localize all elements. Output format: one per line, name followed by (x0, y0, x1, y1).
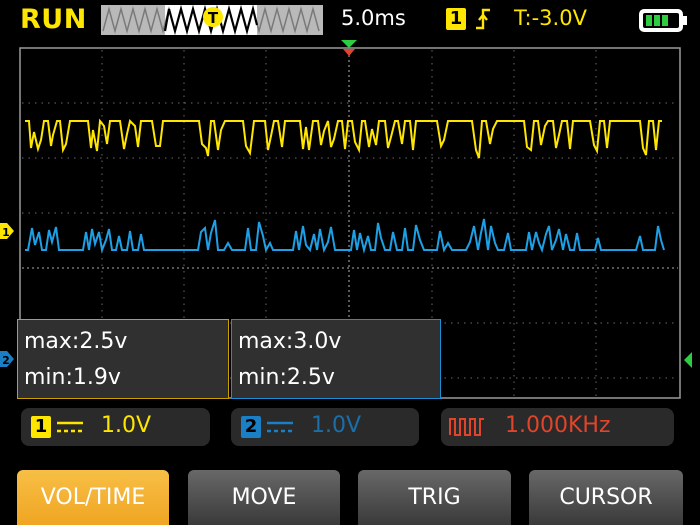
signal-generator[interactable]: 1.000KHz (441, 408, 674, 446)
ch2-min: min:2.5v (238, 365, 335, 390)
ch1-scale: 1.0V (101, 413, 152, 438)
ch2-settings[interactable]: 2 1.0V (231, 408, 419, 446)
dc-coupling-icon (57, 421, 83, 433)
vol-time-button[interactable]: VOL/TIME (17, 470, 169, 525)
ch2-ground-marker: 2 (0, 351, 14, 367)
scope-display[interactable]: 1 2 (0, 0, 700, 525)
ch1-badge: 1 (31, 416, 51, 438)
svg-text:2: 2 (2, 354, 10, 367)
ch1-measurements: max:2.5v min:1.9v (17, 319, 229, 399)
ch1-waveform (25, 118, 662, 159)
svg-text:1: 1 (2, 226, 10, 239)
square-wave-icon (449, 418, 484, 436)
trigger-level-marker (684, 352, 692, 368)
cursor-button[interactable]: CURSOR (529, 470, 683, 525)
ch1-settings[interactable]: 1 1.0V (21, 408, 210, 446)
trigger-position-marker (341, 40, 357, 48)
trig-button[interactable]: TRIG (358, 470, 511, 525)
move-button[interactable]: MOVE (188, 470, 340, 525)
ch2-max: max:3.0v (238, 329, 342, 354)
ch1-ground-marker: 1 (0, 223, 14, 239)
ch1-min: min:1.9v (24, 365, 121, 390)
ch1-max: max:2.5v (24, 329, 128, 354)
dc-coupling-icon (267, 421, 293, 433)
ch2-waveform (25, 218, 665, 254)
ch2-measurements: max:3.0v min:2.5v (231, 319, 441, 399)
ch2-badge: 2 (241, 416, 261, 438)
ch2-scale: 1.0V (311, 413, 362, 438)
trigger-point-marker (343, 49, 355, 56)
generator-frequency: 1.000KHz (505, 413, 611, 438)
